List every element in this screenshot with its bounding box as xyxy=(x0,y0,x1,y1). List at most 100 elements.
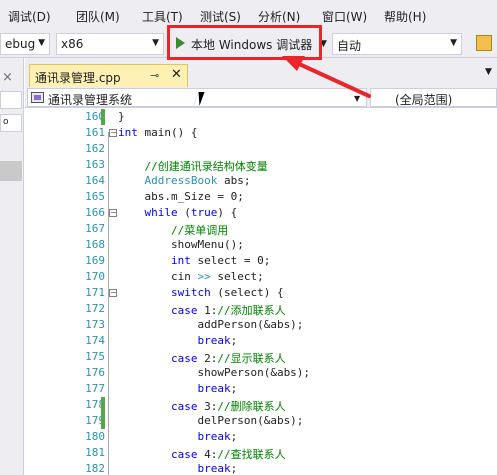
debug-target-combo[interactable]: 自动 ▼ xyxy=(332,33,462,55)
code-token: true xyxy=(190,206,218,219)
change-indicator xyxy=(101,397,105,413)
platform-value: x86 xyxy=(61,37,84,51)
line-number: 175 xyxy=(85,350,105,363)
left-panel-selected-item[interactable] xyxy=(0,161,22,181)
code-text: int select = 0; xyxy=(118,254,270,267)
line-number: 178 xyxy=(85,398,105,411)
code-text: switch (select) { xyxy=(118,286,284,299)
code-token: delPerson(&abs); xyxy=(118,414,304,427)
chevron-down-icon[interactable]: ▼ xyxy=(485,67,492,77)
code-token: case xyxy=(170,304,198,317)
line-number: 161 xyxy=(85,126,105,139)
code-line[interactable]: 167 //菜单调用 xyxy=(25,221,497,237)
code-token: while xyxy=(144,206,178,219)
code-text: while (true) { xyxy=(118,206,238,219)
code-line[interactable]: 170 cin >> select; xyxy=(25,269,497,285)
collapse-toggle-icon[interactable]: − xyxy=(109,289,117,297)
collapse-toggle-icon[interactable]: − xyxy=(109,129,117,137)
code-token: break xyxy=(197,430,231,443)
code-token: } xyxy=(118,110,125,123)
code-line[interactable]: 160} xyxy=(25,109,497,125)
code-line[interactable]: 177 break; xyxy=(25,381,497,397)
menu-test[interactable]: 测试(S) xyxy=(200,8,241,25)
line-number: 162 xyxy=(85,142,105,155)
code-token: select = 0; xyxy=(190,254,271,267)
code-line[interactable]: 168 showMenu(); xyxy=(25,237,497,253)
menu-window[interactable]: 窗口(W) xyxy=(322,8,367,25)
code-text: } xyxy=(118,110,125,123)
code-line[interactable]: 162 xyxy=(25,141,497,157)
menu-team[interactable]: 团队(M) xyxy=(76,8,120,25)
code-token: 2: xyxy=(197,352,218,365)
code-token: cin xyxy=(118,270,198,283)
solution-config-combo[interactable]: ebug ▼ xyxy=(0,33,50,55)
code-token: ; xyxy=(230,382,238,395)
code-line[interactable]: 163 //创建通讯录结构体变量 xyxy=(25,157,497,173)
menu-help[interactable]: 帮助(H) xyxy=(384,8,426,25)
line-number: 174 xyxy=(85,334,105,347)
member-combo[interactable]: (全局范围) xyxy=(370,88,497,107)
pin-icon[interactable]: ⊸ xyxy=(150,69,159,82)
code-line[interactable]: 166− while (true) { xyxy=(25,205,497,221)
menu-tools[interactable]: 工具(T) xyxy=(142,8,183,25)
code-line[interactable]: 174 break; xyxy=(25,333,497,349)
code-token: AddressBook xyxy=(144,174,218,187)
collapse-toggle-icon[interactable]: − xyxy=(109,209,117,217)
code-text: AddressBook abs; xyxy=(118,174,251,187)
code-line[interactable]: 165 abs.m_Size = 0; xyxy=(25,189,497,205)
code-token: showPerson(&abs); xyxy=(118,366,311,379)
code-line[interactable]: 178 case 3://删除联系人 xyxy=(25,397,497,413)
line-number: 176 xyxy=(85,366,105,379)
code-line[interactable]: 182 break; xyxy=(25,461,497,475)
code-token: //添加联系人 xyxy=(217,304,286,317)
code-line[interactable]: 175 case 2://显示联系人 xyxy=(25,349,497,365)
code-line[interactable]: 181 case 4://查找联系人 xyxy=(25,445,497,461)
close-icon[interactable]: × xyxy=(2,70,13,85)
code-token: case xyxy=(170,400,198,413)
code-editor[interactable]: 160} 161− int main() {162 163 //创建通讯录结构体变量 1… xyxy=(25,108,497,475)
line-number: 166 xyxy=(85,206,105,219)
highlight-box xyxy=(167,25,322,60)
code-text: break; xyxy=(118,334,237,347)
code-line[interactable]: 172 case 1://添加联系人 xyxy=(25,301,497,317)
line-number: 172 xyxy=(85,302,105,315)
menu-debug[interactable]: 调试(D) xyxy=(8,8,51,25)
code-text: case 3://删除联系人 xyxy=(118,398,286,414)
line-number: 164 xyxy=(85,174,105,187)
code-line[interactable]: 171− switch (select) { xyxy=(25,285,497,301)
menu-analyze[interactable]: 分析(N) xyxy=(258,8,300,25)
left-panel-combo-2[interactable]: o xyxy=(0,114,22,132)
code-line[interactable]: 179 delPerson(&abs); xyxy=(25,413,497,429)
code-line[interactable]: 169 int select = 0; xyxy=(25,253,497,269)
code-text: case 4://查找联系人 xyxy=(118,446,286,462)
code-line[interactable]: 173 addPerson(&abs); xyxy=(25,317,497,333)
code-text: //菜单调用 xyxy=(118,222,228,238)
line-number: 182 xyxy=(85,462,105,475)
folder-icon[interactable] xyxy=(476,35,492,51)
code-line[interactable]: 161− int main() { xyxy=(25,125,497,141)
line-number: 167 xyxy=(85,222,105,235)
document-tab-strip: 通讯录管理.cpp ⊸ ✕ ▼ xyxy=(25,58,497,87)
chevron-down-icon: ▼ xyxy=(354,94,361,103)
line-number: 160 xyxy=(85,110,105,123)
platform-combo[interactable]: x86 ▼ xyxy=(56,33,164,55)
line-number: 181 xyxy=(85,446,105,459)
code-line[interactable]: 164 AddressBook abs; xyxy=(25,173,497,189)
tab-active-file[interactable]: 通讯录管理.cpp ⊸ ✕ xyxy=(29,64,188,87)
member-label: (全局范围) xyxy=(395,93,453,107)
solution-config-value: ebug xyxy=(5,37,36,51)
code-line[interactable]: 176 showPerson(&abs); xyxy=(25,365,497,381)
left-panel-combo[interactable] xyxy=(0,91,22,109)
code-text: case 1://添加联系人 xyxy=(118,302,286,318)
code-line[interactable]: 180 break; xyxy=(25,429,497,445)
code-token: 1: xyxy=(197,304,218,317)
line-number: 177 xyxy=(85,382,105,395)
line-number: 170 xyxy=(85,270,105,283)
code-token: switch xyxy=(170,286,211,299)
code-token: case xyxy=(170,352,198,365)
close-icon[interactable]: ✕ xyxy=(171,67,182,82)
